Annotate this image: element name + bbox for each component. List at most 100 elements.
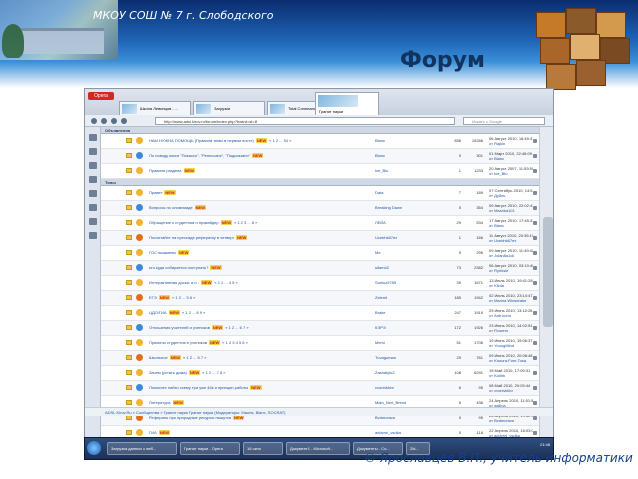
go-to-last-post-icon[interactable] bbox=[533, 386, 537, 390]
topic-title-link[interactable]: кто куда собирается поступать? NEW bbox=[149, 265, 369, 270]
topic-row[interactable]: Обращение к студентам и провайдер NEW « 1 … bbox=[101, 216, 539, 231]
breadcrumb[interactable]: ADSL.Kirov.Ru » Сообщества » Гранит наук… bbox=[85, 407, 553, 416]
last-post-author[interactable]: от Ryriksle bbox=[489, 268, 508, 273]
topic-title-link[interactable]: Посчитайте на прессаде рефератку в четве… bbox=[149, 235, 369, 240]
last-post-author[interactable]: от Blanc bbox=[489, 223, 504, 228]
topic-pages[interactable]: « 1 2 3 4 5 6 » bbox=[222, 340, 248, 345]
topic-title[interactable]: Зачем (устать дома) bbox=[149, 370, 187, 375]
topic-title[interactable]: НАМ НУЖНА ПОМОЩЬ (Правила темы в первом … bbox=[149, 138, 254, 143]
go-to-last-post-icon[interactable] bbox=[533, 371, 537, 375]
topic-pages[interactable]: « 1 2 ... 7 8 » bbox=[202, 370, 225, 375]
topic-title[interactable]: Вопросы по олимпиаде bbox=[149, 205, 193, 210]
go-to-last-post-icon[interactable] bbox=[533, 311, 537, 315]
topic-title[interactable]: Прямоты студентов и учеников bbox=[149, 340, 207, 345]
go-to-last-post-icon[interactable] bbox=[533, 154, 537, 158]
topic-title-link[interactable]: Прямоты студентов и учеников NEW « 1 2 3 4… bbox=[149, 340, 369, 345]
topic-pages[interactable]: « 1 2 ... 4 5 » bbox=[214, 280, 237, 285]
last-post-author[interactable]: от Flowers bbox=[489, 328, 508, 333]
last-post-author[interactable]: от Дубль bbox=[489, 193, 505, 198]
go-to-last-post-icon[interactable] bbox=[533, 191, 537, 195]
last-post-author[interactable]: от Marina Winsdrake bbox=[489, 298, 526, 303]
topic-author[interactable]: Main_Neri_Brend bbox=[375, 400, 435, 405]
topic-author[interactable]: addvrni_vsdka bbox=[375, 430, 435, 435]
topic-author[interactable]: Blanc bbox=[375, 153, 435, 158]
topic-title[interactable]: Помогите найти схему три уже 4бк и принц… bbox=[149, 385, 248, 390]
topic-title-link[interactable]: ЦДО/ГИА NEW « 1 2 ... 8 9 » bbox=[149, 310, 369, 315]
topic-row[interactable]: ГОС.экзамены NEW Me 5 295 09 Август 2010, 11:… bbox=[101, 246, 539, 261]
last-post-author[interactable]: от Knoura-Fom-Tosa bbox=[489, 358, 526, 363]
topic-author[interactable]: cvonivkkbr bbox=[375, 385, 435, 390]
last-post-author[interactable]: от Blanc bbox=[489, 156, 504, 161]
history-icon[interactable] bbox=[88, 204, 97, 211]
bookmarks-icon[interactable] bbox=[88, 134, 97, 141]
search-field[interactable]: Искать с Google bbox=[463, 117, 545, 125]
last-post-author[interactable]: от Anb kuhn bbox=[489, 313, 511, 318]
go-to-last-post-icon[interactable] bbox=[533, 356, 537, 360]
topic-title-link[interactable]: Правила раздела NEW bbox=[149, 168, 369, 173]
topic-author[interactable]: Breaking Dawn bbox=[375, 205, 435, 210]
go-to-last-post-icon[interactable] bbox=[533, 266, 537, 270]
topic-title-link[interactable]: Помогите найти схему три уже 4бк и принц… bbox=[149, 385, 369, 390]
topic-author[interactable]: Data bbox=[375, 190, 435, 195]
last-post-author[interactable]: от Ucebhk67ex bbox=[489, 238, 516, 243]
topic-title[interactable]: Посчитайте на прессаде рефератку в четве… bbox=[149, 235, 234, 240]
topic-title[interactable]: ГОС.экзамены bbox=[149, 250, 176, 255]
topic-title[interactable]: Правила раздела bbox=[149, 168, 182, 173]
topic-row[interactable]: ПриветNEW Data 7 189 07 Сентябрь 2010, 14:51… bbox=[101, 186, 539, 201]
browser-tab[interactable]: Загрузки bbox=[193, 101, 265, 115]
topic-title[interactable]: Школьное bbox=[149, 355, 168, 360]
taskbar-button[interactable]: Документ1 - Microsoft... bbox=[286, 442, 350, 455]
go-to-last-post-icon[interactable] bbox=[533, 169, 537, 173]
last-post-author[interactable]: от cvonivkkbr bbox=[489, 388, 513, 393]
topic-title-link[interactable]: ГОС.экзамены NEW bbox=[149, 250, 369, 255]
topic-title-link[interactable]: Отношения учителей и учеников NEW « 1 2 ..… bbox=[149, 325, 369, 330]
go-to-last-post-icon[interactable] bbox=[533, 251, 537, 255]
vertical-scrollbar[interactable] bbox=[539, 127, 553, 445]
topic-row[interactable]: Отношения учителей и учеников NEW « 1 2 ..… bbox=[101, 321, 539, 336]
mail-icon[interactable] bbox=[88, 148, 97, 155]
go-to-last-post-icon[interactable] bbox=[533, 296, 537, 300]
forward-icon[interactable] bbox=[101, 118, 107, 124]
topic-title[interactable]: ЕГЭ bbox=[149, 295, 157, 300]
go-to-last-post-icon[interactable] bbox=[533, 139, 537, 143]
topic-title-link[interactable]: Школьное NEW « 1 2 ... 6 7 » bbox=[149, 355, 369, 360]
last-post-author[interactable]: от YoungMind bbox=[489, 343, 514, 348]
go-to-last-post-icon[interactable] bbox=[533, 401, 537, 405]
topic-row[interactable]: По поводу книги "Пикассо", "Ренессанс", … bbox=[101, 149, 539, 164]
go-to-last-post-icon[interactable] bbox=[533, 221, 537, 225]
home-icon[interactable] bbox=[121, 118, 127, 124]
topic-pages[interactable]: « 1 2 ... 6 7 » bbox=[225, 325, 248, 330]
go-to-last-post-icon[interactable] bbox=[533, 431, 537, 435]
address-bar[interactable]: http://www.adsl.kirov.ru/forum/index.php… bbox=[155, 117, 455, 125]
topic-pages[interactable]: « 1 2 ... 54 » bbox=[269, 138, 291, 143]
topic-title-link[interactable]: НАМ НУЖНА ПОМОЩЬ (Правила темы в первом … bbox=[149, 138, 369, 143]
topic-author[interactable]: Zelenit bbox=[375, 295, 435, 300]
last-post-author[interactable]: от Kollirk bbox=[489, 373, 505, 378]
topic-pages[interactable]: « 1 2 ... 8 9 » bbox=[182, 310, 205, 315]
topic-row[interactable]: Школьное NEW « 1 2 ... 6 7 » Tuvaguman 29 761… bbox=[101, 351, 539, 366]
topic-pages[interactable]: « 1 2 3 ... 8 » bbox=[234, 220, 257, 225]
topic-title-link[interactable]: По поводу книги "Пикассо", "Ренессанс", … bbox=[149, 153, 369, 158]
last-post-author[interactable]: от Mashka101 bbox=[489, 208, 515, 213]
browser-tab[interactable]: Школа Левинцов - ... bbox=[119, 101, 191, 115]
last-post-author[interactable]: от Ice_Blu bbox=[489, 171, 507, 176]
topic-title[interactable]: По поводу книги "Пикассо", "Ренессанс", … bbox=[149, 153, 250, 158]
topic-row[interactable]: Зачем (устать дома) NEW « 1 2 ... 7 8 » Zas… bbox=[101, 366, 539, 381]
go-to-last-post-icon[interactable] bbox=[533, 416, 537, 420]
taskbar-button[interactable]: Гранит науки - Opera bbox=[180, 442, 240, 455]
last-post-author[interactable]: от Klinia bbox=[489, 283, 504, 288]
topic-title[interactable]: Обращение к студентам и провайдер bbox=[149, 220, 219, 225]
opera-menu-button[interactable]: Opera bbox=[88, 92, 114, 100]
topic-title-link[interactable]: Обращение к студентам и провайдер NEW « 1 … bbox=[149, 220, 369, 225]
go-to-last-post-icon[interactable] bbox=[533, 206, 537, 210]
reload-icon[interactable] bbox=[111, 118, 117, 124]
topic-title-link[interactable]: Привет NEW bbox=[149, 190, 369, 195]
topic-author[interactable]: КЭРЭ bbox=[375, 325, 435, 330]
go-to-last-post-icon[interactable] bbox=[533, 281, 537, 285]
last-post-author[interactable]: от Jolan8a1ck bbox=[489, 253, 514, 258]
topic-title[interactable]: Привет bbox=[149, 190, 162, 195]
topic-author[interactable]: Sunluz9789 bbox=[375, 280, 435, 285]
links-icon[interactable] bbox=[88, 218, 97, 225]
last-post-author[interactable]: от Bvdmonwa bbox=[489, 418, 514, 423]
scrollbar-thumb[interactable] bbox=[543, 217, 553, 327]
